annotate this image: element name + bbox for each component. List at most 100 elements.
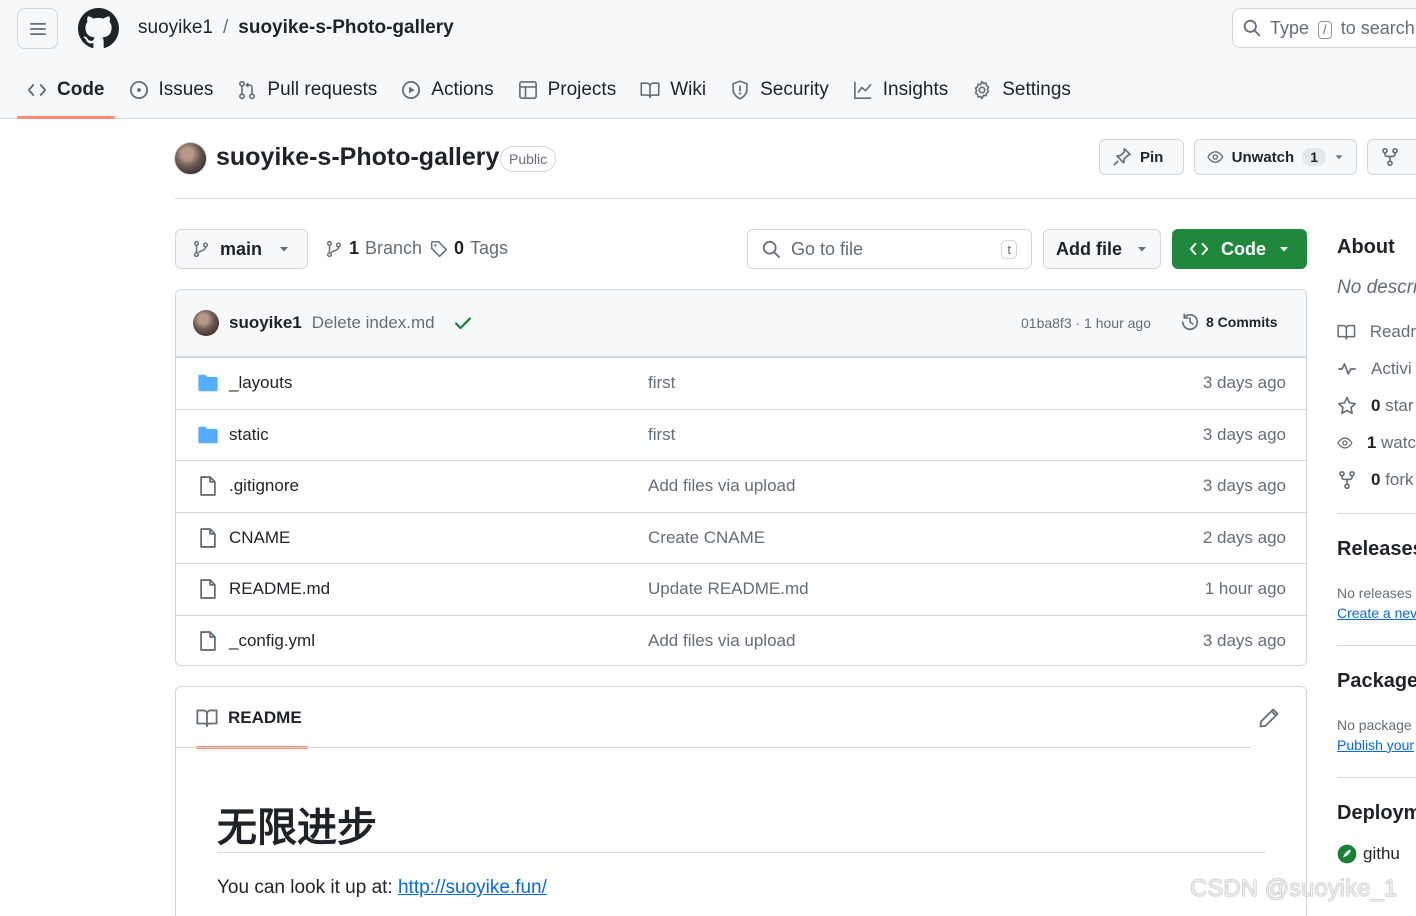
file-commit-message[interactable]: Add files via upload [648,631,795,651]
book-icon [196,709,218,728]
tab-pull-requests[interactable]: Pull requests [227,70,387,110]
pull-request-icon [239,80,256,100]
forks-link[interactable]: 0 fork [1337,461,1416,498]
check-icon[interactable] [453,313,473,333]
table-row[interactable]: _layouts first 3 days ago [176,357,1306,409]
title-divider [175,198,1416,199]
pin-button[interactable]: Pin [1099,139,1184,175]
unwatch-label: Unwatch [1231,148,1295,166]
file-name[interactable]: .gitignore [229,476,299,496]
pulse-icon [1338,362,1356,375]
readme-site-link[interactable]: http://suoyike.fun/ [398,877,547,898]
sidebar-divider [1337,777,1416,778]
file-commit-message[interactable]: Add files via upload [648,476,795,496]
commits-count-label: 8 Commits [1206,314,1278,330]
branches-link[interactable]: 1 Branch [325,238,422,259]
releases-title[interactable]: Releases [1337,538,1416,561]
deployments-title[interactable]: Deploym [1337,802,1416,825]
file-name[interactable]: _config.yml [229,631,315,651]
tag-count: 0 [454,238,465,258]
add-file-label: Add file [1056,238,1122,259]
breadcrumb-owner-link[interactable]: suoyike1 [138,17,213,39]
commit-message[interactable]: Delete index.md [312,313,435,333]
branch-icon [193,240,209,258]
gear-icon [974,80,990,100]
readme-text: You can look it up at: [217,877,398,898]
releases-text: No releases [1337,585,1412,601]
caret-down-icon [1335,155,1343,160]
file-name[interactable]: CNAME [229,528,290,548]
tab-security[interactable]: Security [720,70,839,110]
go-to-file-input[interactable]: Go to file t [747,229,1032,269]
pin-label: Pin [1140,148,1164,166]
stars-label: star [1385,395,1414,415]
packages-title[interactable]: Packages [1337,670,1416,693]
activity-link[interactable]: Activi [1337,350,1416,387]
tab-wiki-label: Wiki [670,79,707,100]
branch-selector[interactable]: main [175,229,308,269]
tab-projects[interactable]: Projects [508,70,627,110]
hamburger-menu-button[interactable] [17,8,58,49]
commit-hash-time[interactable]: 01ba8f3 · 1 hour ago [1021,315,1151,331]
tab-insights[interactable]: Insights [843,70,958,110]
eye-icon [1337,436,1353,449]
pencil-icon[interactable] [1258,707,1280,729]
table-row[interactable]: README.md Update README.md 1 hour ago [176,563,1306,615]
stars-link[interactable]: 0 star [1337,387,1416,424]
tab-issues[interactable]: Issues [119,70,224,110]
readme-link[interactable]: Readr [1337,313,1416,350]
fork-icon [1339,470,1355,489]
hamburger-icon [29,22,46,35]
commit-author[interactable]: suoyike1 [229,313,302,333]
sidebar-divider [1337,645,1416,646]
code-icon [27,84,47,96]
tab-settings[interactable]: Settings [962,70,1081,110]
search-shortcut-key: / [1318,20,1332,39]
fork-button[interactable] [1367,139,1416,175]
latest-commit-bar: suoyike1 Delete index.md 01ba8f3 · 1 hou… [176,290,1306,357]
code-clone-button[interactable]: Code [1172,229,1307,269]
branch-icon [326,240,342,257]
file-commit-date: 3 days ago [1202,630,1286,650]
file-commit-message[interactable]: first [648,425,675,445]
table-row[interactable]: .gitignore Add files via upload 3 days a… [176,460,1306,512]
tab-code[interactable]: Code [17,70,115,119]
publish-package-link[interactable]: Publish your [1337,737,1416,753]
file-commit-date: 1 hour ago [1204,579,1286,599]
tab-wiki[interactable]: Wiki [630,70,716,110]
folder-icon [198,374,218,392]
watchers-link[interactable]: 1 watc [1337,424,1416,461]
search-icon [762,240,781,258]
table-row[interactable]: static first 3 days ago [176,408,1306,461]
readme-tab[interactable]: README [196,707,302,729]
github-logo-icon[interactable] [78,8,119,49]
tab-actions[interactable]: Actions [391,70,503,110]
readme-panel: README 无限进步 You can look it up at: http:… [175,686,1307,916]
readme-header: README [176,687,1306,749]
commits-history-link[interactable]: 8 Commits [1180,312,1278,332]
file-name[interactable]: README.md [229,579,330,599]
eye-icon [1207,151,1224,163]
repo-description: No descri [1337,277,1416,298]
readme-heading-rule [217,852,1266,853]
table-row[interactable]: CNAME Create CNAME 2 days ago [176,511,1306,564]
repo-title[interactable]: suoyike-s-Photo-gallery [216,143,499,172]
commit-author-avatar[interactable] [193,310,219,336]
owner-avatar[interactable] [174,142,207,175]
tags-link[interactable]: 0 Tags [430,238,508,259]
add-file-button[interactable]: Add file [1043,229,1161,269]
file-name[interactable]: static [229,425,269,445]
file-commit-message[interactable]: first [648,373,675,393]
breadcrumb-repo-link[interactable]: suoyike-s-Photo-gallery [238,17,453,39]
deployment-item[interactable]: githu [1337,835,1416,872]
table-row[interactable]: _config.yml Add files via upload 3 days … [176,614,1306,665]
file-commit-message[interactable]: Create CNAME [648,528,765,548]
breadcrumb: suoyike1 / suoyike-s-Photo-gallery [138,17,454,39]
unwatch-button[interactable]: Unwatch 1 [1194,139,1357,175]
file-commit-message[interactable]: Update README.md [648,579,809,599]
global-search-input[interactable]: Type / to search [1232,8,1416,48]
file-name[interactable]: _layouts [229,373,292,393]
create-release-link[interactable]: Create a nev [1337,605,1416,621]
play-icon [402,81,421,99]
search-suffix: to search [1340,17,1415,38]
